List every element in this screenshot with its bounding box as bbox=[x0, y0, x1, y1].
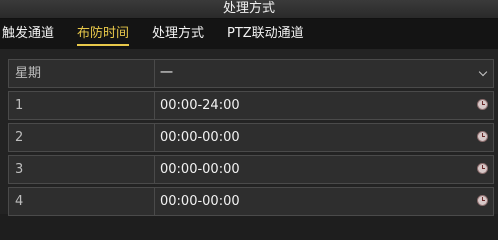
period-time-field[interactable]: 00:00-00:00 bbox=[160, 156, 240, 183]
weekday-select[interactable]: 一 bbox=[160, 60, 173, 87]
row-divider bbox=[154, 60, 155, 87]
period-time-field[interactable]: 00:00-00:00 bbox=[160, 188, 240, 215]
tab-trigger-channel[interactable]: 触发通道 bbox=[2, 19, 54, 49]
clock-icon[interactable] bbox=[477, 131, 488, 142]
window-title: 处理方式 bbox=[0, 0, 498, 19]
period-index: 1 bbox=[15, 98, 24, 113]
schedule-row: 2 00:00-00:00 bbox=[8, 123, 494, 152]
period-index: 2 bbox=[15, 130, 24, 145]
tab-label: PTZ联动通道 bbox=[227, 26, 304, 41]
row-divider bbox=[154, 156, 155, 183]
chevron-down-icon[interactable] bbox=[478, 67, 488, 77]
tab-label: 触发通道 bbox=[2, 26, 55, 41]
schedule-row: 3 00:00-00:00 bbox=[8, 155, 494, 184]
tab-label: 布防时间 bbox=[77, 26, 130, 41]
row-divider bbox=[154, 124, 155, 151]
clock-icon[interactable] bbox=[477, 195, 488, 206]
tab-linkage-method[interactable]: 处理方式 bbox=[152, 19, 204, 49]
weekday-row: 星期 一 bbox=[8, 59, 494, 88]
active-tab-underline bbox=[77, 44, 130, 46]
tab-label: 处理方式 bbox=[152, 26, 205, 41]
period-time-field[interactable]: 00:00-00:00 bbox=[160, 124, 240, 151]
schedule-row: 1 00:00-24:00 bbox=[8, 91, 494, 120]
period-index: 4 bbox=[15, 194, 24, 209]
tab-bar: 触发通道 布防时间 处理方式 PTZ联动通道 bbox=[0, 19, 498, 49]
schedule-row: 4 00:00-00:00 bbox=[8, 187, 494, 216]
row-divider bbox=[154, 92, 155, 119]
clock-icon[interactable] bbox=[477, 163, 488, 174]
period-index: 3 bbox=[15, 162, 24, 177]
row-divider bbox=[154, 188, 155, 215]
schedule-panel: 星期 一 1 00:00-24:00 2 00:00-00:00 3 00:00… bbox=[0, 49, 498, 216]
weekday-label: 星期 bbox=[15, 66, 42, 81]
tab-ptz-linkage-channel[interactable]: PTZ联动通道 bbox=[227, 19, 304, 49]
tab-arming-schedule[interactable]: 布防时间 bbox=[77, 19, 130, 49]
period-time-field[interactable]: 00:00-24:00 bbox=[160, 92, 240, 119]
clock-icon[interactable] bbox=[477, 99, 488, 110]
